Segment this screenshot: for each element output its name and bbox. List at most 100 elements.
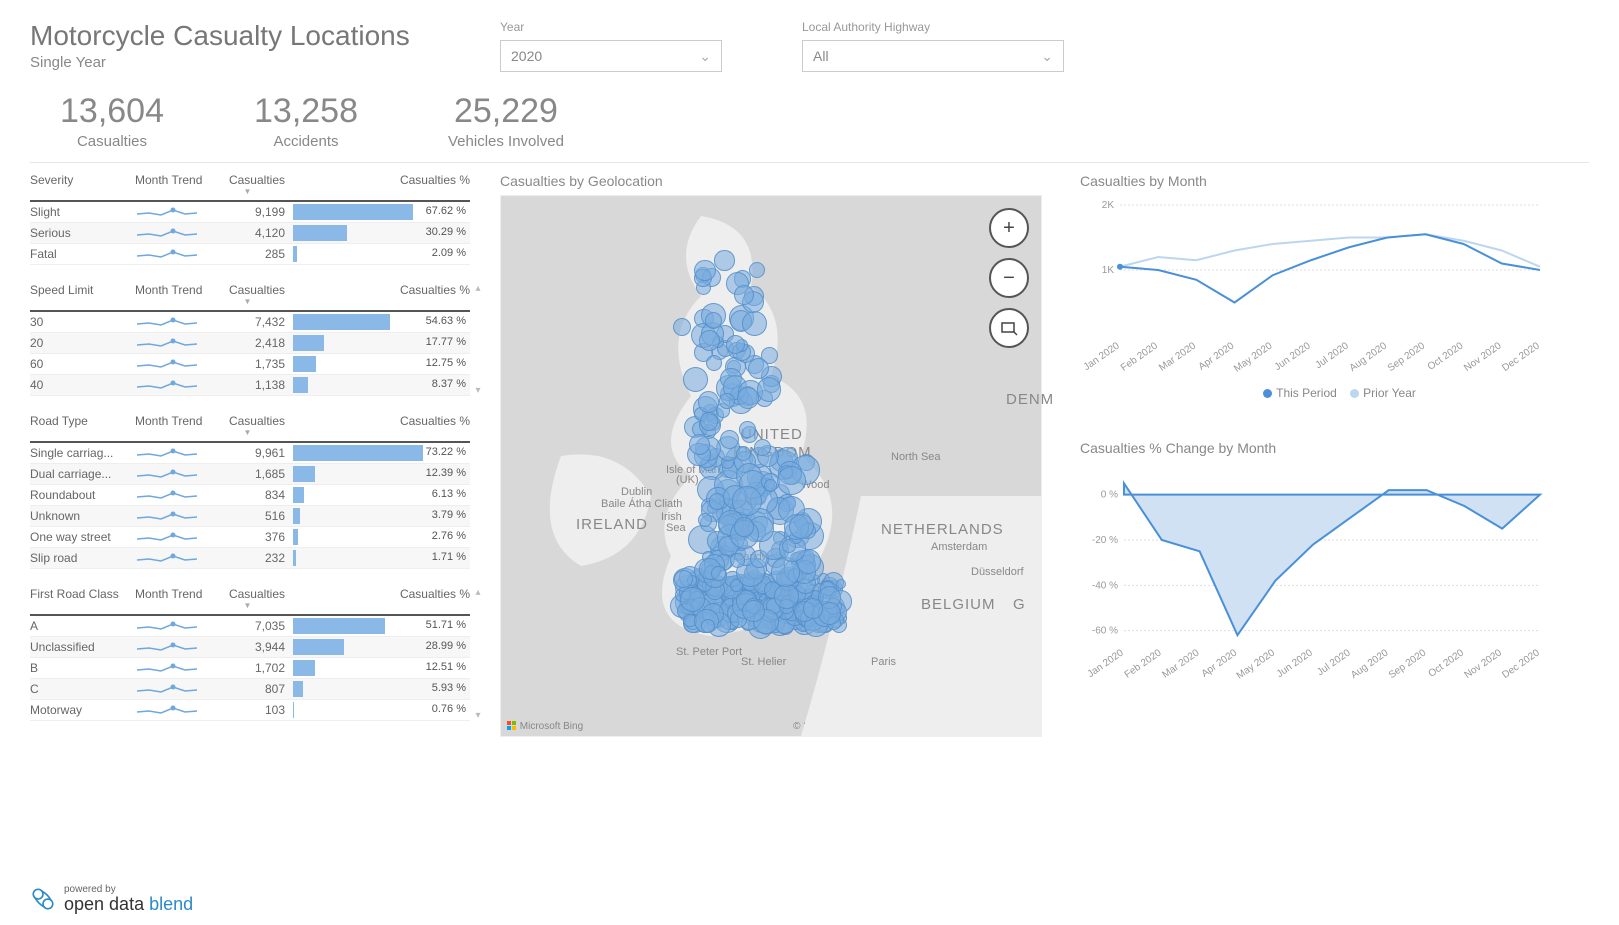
map-bubble[interactable] [774, 584, 798, 608]
map-label: DENM [1006, 391, 1054, 408]
map-canvas[interactable]: + − Microsoft Bing © 2022 TomTom, © 2022… [500, 195, 1042, 737]
table-row[interactable]: 202,41817.77 % [30, 333, 470, 354]
map-bubble[interactable] [720, 430, 739, 449]
row-bar: 67.62 % [293, 203, 470, 221]
svg-text:Aug 2020: Aug 2020 [1348, 340, 1390, 374]
map-bubble[interactable] [714, 250, 734, 270]
svg-text:Jun 2020: Jun 2020 [1275, 647, 1315, 680]
row-value: 1,138 [210, 378, 293, 392]
chart-legend: This Period Prior Year [1080, 386, 1589, 400]
table-row[interactable]: One way street3762.76 % [30, 527, 470, 548]
map-bubble[interactable] [739, 421, 756, 438]
svg-text:Jul 2020: Jul 2020 [1314, 340, 1352, 371]
row-value: 9,961 [210, 446, 293, 460]
filter-year-label: Year [500, 20, 722, 34]
svg-text:Jun 2020: Jun 2020 [1273, 340, 1313, 373]
svg-text:Jan 2020: Jan 2020 [1086, 647, 1126, 680]
map-bubble[interactable] [683, 367, 708, 392]
table-severity[interactable]: SeverityMonth TrendCasualties▼Casualties… [30, 173, 470, 265]
map-bubble[interactable] [734, 285, 754, 305]
chevron-down-icon: ⌄ [699, 48, 711, 65]
sparkline-icon [135, 660, 201, 676]
table-row[interactable]: Fatal2852.09 % [30, 244, 470, 265]
map-bubble[interactable] [757, 377, 781, 401]
chart-casualties-by-month[interactable]: 1K2KJan 2020Feb 2020Mar 2020Apr 2020May … [1080, 195, 1589, 400]
sparkline-icon [135, 550, 201, 566]
map-bubble[interactable] [742, 311, 767, 336]
svg-text:May 2020: May 2020 [1235, 647, 1278, 681]
table-header: Speed LimitMonth TrendCasualties▼Casualt… [30, 283, 470, 312]
table-row[interactable]: Single carriag...9,96173.22 % [30, 443, 470, 464]
row-category: Serious [30, 226, 135, 240]
table-row[interactable]: 401,1388.37 % [30, 375, 470, 396]
table-row[interactable]: Dual carriage...1,68512.39 % [30, 464, 470, 485]
chart-pct-change-by-month[interactable]: 0 %-20 %-40 %-60 %Jan 2020Feb 2020Mar 20… [1080, 462, 1589, 687]
table-row[interactable]: 601,73512.75 % [30, 354, 470, 375]
table-header: SeverityMonth TrendCasualties▼Casualties… [30, 173, 470, 202]
svg-text:Nov 2020: Nov 2020 [1462, 340, 1504, 374]
kpi-label: Vehicles Involved [448, 133, 564, 150]
sparkline-icon [135, 702, 201, 718]
table-row[interactable]: Serious4,12030.29 % [30, 223, 470, 244]
map-bubble[interactable] [701, 619, 715, 633]
sparkline-icon [135, 335, 201, 351]
map-bubble[interactable] [737, 387, 759, 409]
row-value: 285 [210, 247, 293, 261]
table-roadtype[interactable]: Road TypeMonth TrendCasualties▼Casualtie… [30, 414, 470, 569]
svg-text:Dec 2020: Dec 2020 [1500, 340, 1542, 374]
map-bubble[interactable] [719, 393, 735, 409]
map-bubble[interactable] [754, 439, 771, 456]
svg-text:Mar 2020: Mar 2020 [1160, 647, 1201, 680]
map-bubble[interactable] [694, 260, 716, 282]
table-row[interactable]: B1,70212.51 % [30, 658, 470, 679]
map-bubble[interactable] [673, 318, 691, 336]
svg-text:Aug 2020: Aug 2020 [1349, 647, 1391, 681]
table-row[interactable]: 307,43254.63 % [30, 312, 470, 333]
map-bubble[interactable] [742, 600, 764, 622]
table-speed[interactable]: Speed LimitMonth TrendCasualties▼Casualt… [30, 283, 470, 396]
table-row[interactable]: Slip road2321.71 % [30, 548, 470, 569]
sparkline-icon [135, 618, 201, 634]
svg-text:0 %: 0 % [1101, 490, 1118, 501]
map-bubble[interactable] [674, 570, 693, 589]
table-roadclass[interactable]: First Road ClassMonth TrendCasualties▼Ca… [30, 587, 470, 721]
map-bubble[interactable] [734, 517, 754, 537]
map-bubble[interactable] [711, 566, 726, 581]
scroll-indicator[interactable]: ▴▾ [472, 283, 484, 396]
filter-authority-dropdown[interactable]: All ⌄ [802, 40, 1064, 72]
scroll-indicator[interactable]: ▴▾ [472, 587, 484, 721]
filter-year-dropdown[interactable]: 2020 ⌄ [500, 40, 722, 72]
svg-text:Jul 2020: Jul 2020 [1315, 647, 1353, 678]
table-row[interactable]: A7,03551.71 % [30, 616, 470, 637]
map-bubble[interactable] [764, 479, 777, 492]
table-row[interactable]: Roundabout8346.13 % [30, 485, 470, 506]
map-bubble[interactable] [706, 355, 722, 371]
map-bubble[interactable] [726, 335, 745, 354]
map-bubble[interactable] [700, 412, 719, 431]
map-bubble[interactable] [699, 330, 720, 351]
svg-text:Apr 2020: Apr 2020 [1200, 647, 1240, 680]
map-label: Düsseldorf [971, 566, 1024, 578]
table-row[interactable]: Unknown5163.79 % [30, 506, 470, 527]
table-header: Road TypeMonth TrendCasualties▼Casualtie… [30, 414, 470, 443]
map-bubble[interactable] [730, 553, 745, 568]
map-bubble[interactable] [732, 486, 762, 516]
svg-text:-20 %: -20 % [1092, 535, 1118, 546]
row-bar: 54.63 % [293, 313, 470, 331]
table-row[interactable]: Motorway1030.76 % [30, 700, 470, 721]
table-row[interactable]: Slight9,19967.62 % [30, 202, 470, 223]
kpi-label: Casualties [60, 133, 164, 150]
kpi-card: 13,258Accidents [254, 92, 358, 150]
kpi-label: Accidents [254, 133, 358, 150]
sparkline-icon [135, 529, 201, 545]
map-bubble[interactable] [705, 312, 722, 329]
table-row[interactable]: C8075.93 % [30, 679, 470, 700]
table-row[interactable]: Unclassified3,94428.99 % [30, 637, 470, 658]
row-bar: 2.09 % [293, 245, 470, 263]
page-title: Motorcycle Casualty Locations [30, 20, 470, 52]
map-bubble[interactable] [803, 598, 823, 618]
row-bar: 0.76 % [293, 701, 470, 719]
row-category: 40 [30, 378, 135, 392]
map-bubble[interactable] [771, 557, 801, 587]
row-value: 3,944 [210, 640, 293, 654]
